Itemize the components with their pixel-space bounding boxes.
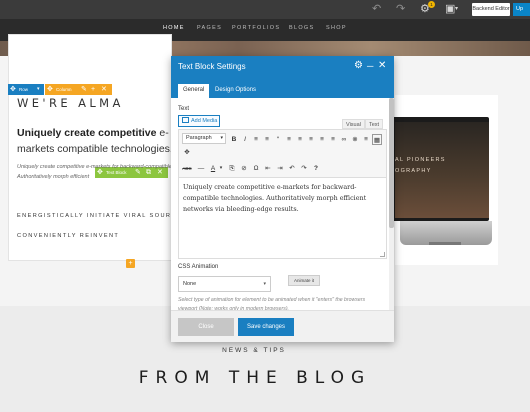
notification-badge: 1: [428, 1, 435, 8]
link-icon[interactable]: ∞: [339, 134, 349, 145]
modal-header: Text Block Settings ⚙ ─ ✕: [171, 56, 394, 78]
nav-item-blogs[interactable]: BLOGS: [289, 25, 314, 31]
css-animation-select[interactable]: None ▾: [178, 276, 271, 292]
close-icon[interactable]: ✕: [378, 60, 386, 72]
add-element-icon[interactable]: +: [126, 259, 135, 268]
brand-heading: WE'RE ALMA: [17, 96, 124, 110]
column-controls: ✥ Column ✎ + ✕: [45, 84, 112, 95]
editor-content[interactable]: Uniquely create competitive e-markets fo…: [183, 182, 381, 215]
settings-gear-icon[interactable]: ⚙: [354, 60, 363, 72]
undo-icon[interactable]: ↶: [372, 2, 381, 16]
css-animation-label: CSS Animation: [178, 264, 219, 270]
text-field-label: Text: [178, 106, 190, 112]
redo-icon[interactable]: ↷: [299, 163, 309, 174]
nav-item-portfolios[interactable]: PORTFOLIOS: [232, 25, 280, 31]
resize-handle[interactable]: [380, 252, 385, 257]
modal-tabs: General Design Options: [171, 78, 394, 98]
indent-icon[interactable]: ⇥: [275, 163, 285, 174]
scrollbar-thumb[interactable]: [389, 98, 394, 228]
add-media-button[interactable]: Add Media: [178, 115, 220, 127]
outdent-icon[interactable]: ⇤: [263, 163, 273, 174]
format-select-value: Paragraph: [186, 135, 212, 141]
headline-bold: Uniquely create competitive: [17, 127, 157, 139]
unlink-icon[interactable]: ⊗: [350, 134, 360, 145]
media-icon: [182, 117, 189, 123]
nav-item-shop[interactable]: SHOP: [326, 25, 347, 31]
css-animation-help: Select type of animation for element to …: [178, 297, 366, 310]
nav-item-pages[interactable]: PAGES: [197, 25, 222, 31]
monitor-view-icon[interactable]: ▣: [445, 2, 455, 16]
close-icon[interactable]: ✕: [101, 84, 107, 95]
move-icon[interactable]: ✥: [10, 84, 16, 95]
row-label: Row: [19, 87, 29, 92]
page-canvas: ↶ ↷ ⚙ 1 ▣ ▾ Backend Editor Up HOME PAGES…: [0, 0, 530, 412]
from-the-blog-heading: FROM THE BLOG: [138, 368, 372, 388]
row-controls: ✥ Row ▾: [8, 84, 44, 95]
clear-formatting-icon[interactable]: ⊘: [239, 163, 249, 174]
edit-pencil-icon[interactable]: ✎: [81, 84, 87, 95]
redo-icon[interactable]: ↷: [396, 2, 405, 16]
read-more-icon[interactable]: ≡: [361, 134, 371, 145]
blockquote-icon[interactable]: “: [273, 134, 283, 145]
feature-line-2: CONVENIENTLY REINVENT: [17, 233, 120, 239]
help-icon[interactable]: ?: [311, 163, 321, 174]
close-button[interactable]: Close: [178, 318, 234, 336]
tab-general[interactable]: General: [178, 84, 210, 98]
add-icon[interactable]: +: [91, 84, 95, 95]
chevron-down-icon[interactable]: ▾: [216, 163, 226, 174]
align-left-icon[interactable]: ≡: [284, 134, 294, 145]
chevron-down-icon[interactable]: ▾: [455, 2, 458, 16]
align-center-icon[interactable]: ≡: [295, 134, 305, 145]
admin-bar: ↶ ↷ ⚙ 1 ▣ ▾ Backend Editor Up: [0, 0, 530, 19]
toolbar-toggle-icon[interactable]: ▦: [372, 134, 382, 145]
horizontal-line-icon[interactable]: —: [196, 163, 206, 174]
modal-title: Text Block Settings: [178, 62, 246, 71]
align-right-icon[interactable]: ≡: [306, 134, 316, 145]
tab-design-options[interactable]: Design Options: [210, 84, 261, 98]
modal-footer: Close Save changes: [171, 310, 394, 342]
backend-editor-button[interactable]: Backend Editor: [472, 3, 510, 16]
css-animation-value: None: [183, 281, 197, 287]
fullscreen-icon[interactable]: ✥: [182, 147, 192, 158]
move-icon[interactable]: ✥: [47, 84, 53, 95]
modal-body: Text Add Media Visual Text Paragraph ▾ B …: [171, 98, 394, 310]
insert-more-icon[interactable]: ≡: [328, 134, 338, 145]
nav-item-home[interactable]: HOME: [163, 25, 185, 31]
monitor-text-1: AL PIONEERS: [395, 157, 446, 163]
tab-visual[interactable]: Visual: [342, 119, 365, 129]
paste-text-icon[interactable]: ⎘: [227, 163, 237, 174]
editor-toolbar: Paragraph ▾ B I ≡ ≡ “ ≡ ≡ ≡ ≡ ≡ ∞ ⊗ ≡ ▦ ✥: [179, 130, 386, 178]
format-select[interactable]: Paragraph ▾: [182, 133, 226, 144]
headline-text: Uniquely create competitive e-markets co…: [17, 125, 177, 157]
chevron-down-icon: ▾: [220, 135, 223, 141]
monitor-base: [429, 242, 461, 245]
monitor-text-2: OGRAPHY: [395, 168, 432, 174]
feature-line-1: ENERGISTICALLY INITIATE VIRAL SOURCES: [17, 213, 188, 219]
update-button[interactable]: Up: [513, 3, 530, 16]
italic-icon[interactable]: I: [240, 134, 250, 145]
undo-icon[interactable]: ↶: [287, 163, 297, 174]
column-label: Column: [56, 87, 72, 92]
bullet-list-icon[interactable]: ≡: [251, 134, 261, 145]
align-justify-icon[interactable]: ≡: [317, 134, 327, 145]
add-media-label: Add Media: [191, 118, 218, 124]
strikethrough-icon[interactable]: ABC: [182, 163, 192, 174]
news-tips-label: NEWS & TIPS: [222, 347, 286, 354]
animate-it-button[interactable]: Animate it: [288, 275, 320, 286]
chevron-down-icon: ▾: [263, 281, 266, 287]
text-block-settings-modal: Text Block Settings ⚙ ─ ✕ General Design…: [171, 56, 394, 342]
chevron-down-icon[interactable]: ▾: [37, 84, 40, 95]
minimize-icon[interactable]: ─: [367, 60, 373, 72]
numbered-list-icon[interactable]: ≡: [262, 134, 272, 145]
special-character-icon[interactable]: Ω: [251, 163, 261, 174]
bold-icon[interactable]: B: [229, 134, 239, 145]
rich-text-editor[interactable]: Paragraph ▾ B I ≡ ≡ “ ≡ ≡ ≡ ≡ ≡ ∞ ⊗ ≡ ▦ ✥: [178, 129, 387, 259]
save-changes-button[interactable]: Save changes: [238, 318, 294, 336]
body-paragraph: Uniquely create competitive e-markets fo…: [17, 164, 172, 180]
tab-text[interactable]: Text: [365, 119, 384, 129]
